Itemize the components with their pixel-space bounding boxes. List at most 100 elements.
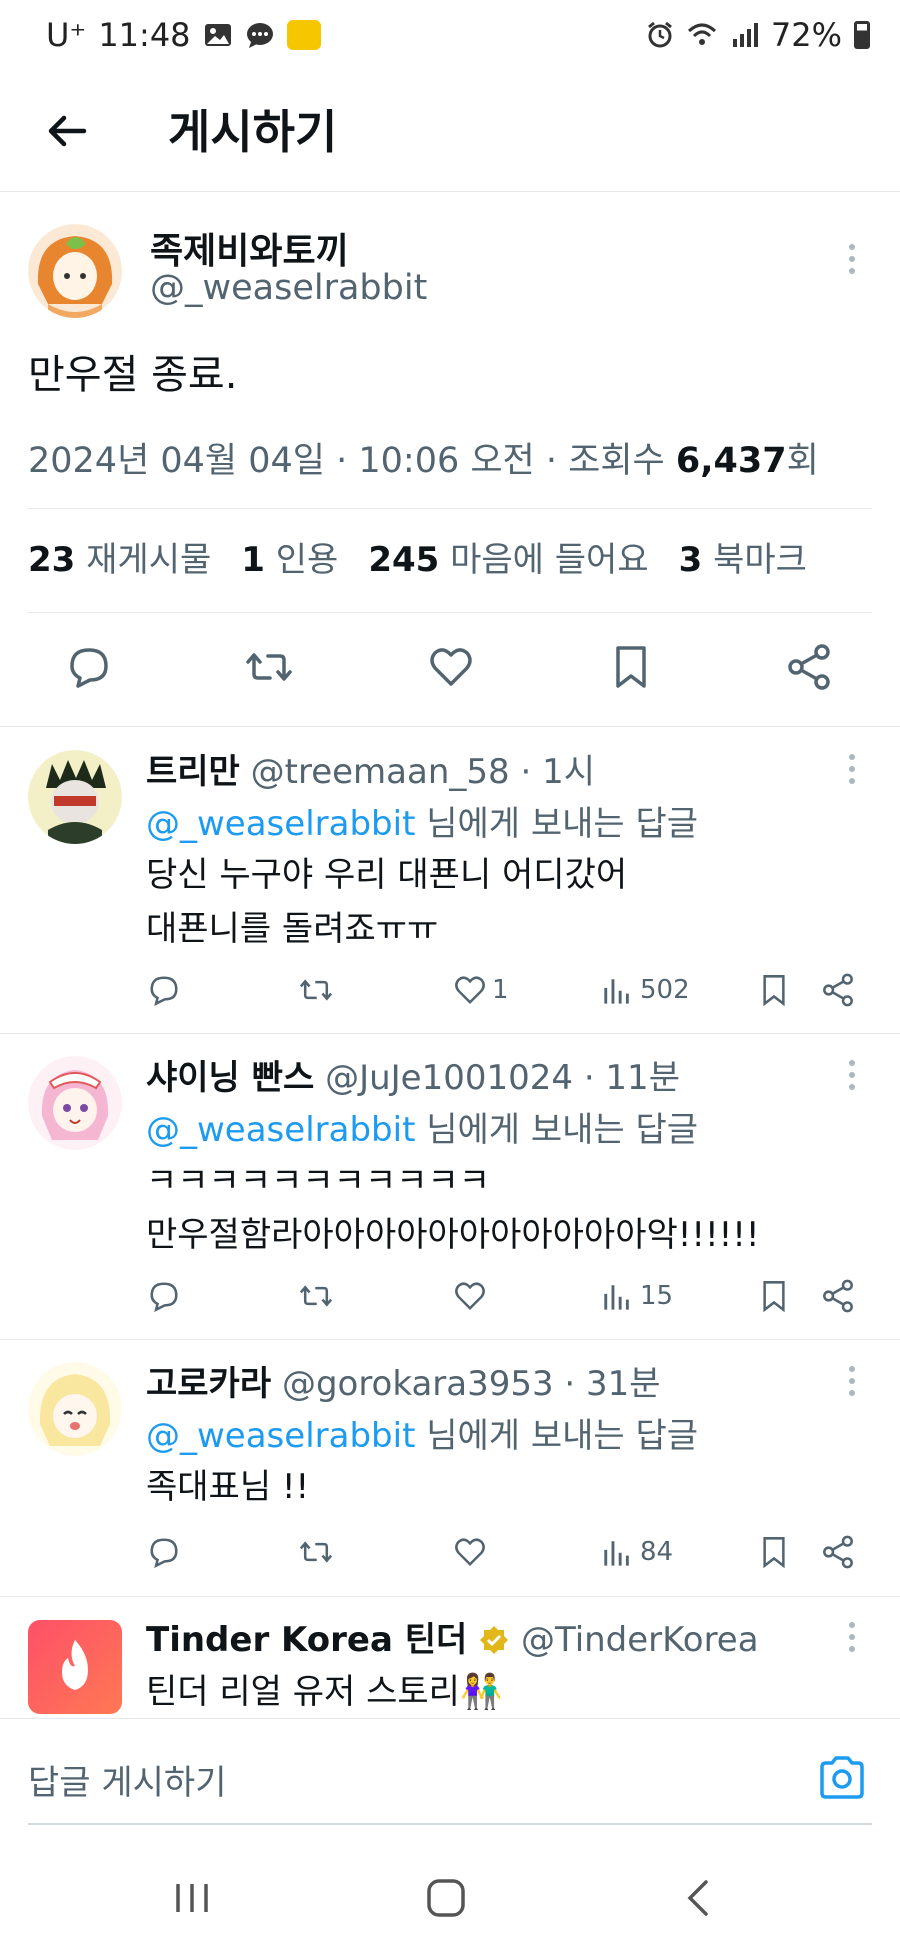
stat-bookmarks[interactable]: 3 북마크 — [679, 532, 807, 581]
views-button[interactable]: 502 — [600, 970, 690, 1010]
reply-icon — [150, 1538, 178, 1569]
post-timestamp: 2024년 04월 04일 · 10:06 오전 · 조회수 — [28, 441, 676, 481]
view-count: 6,437 — [675, 441, 787, 481]
share-button[interactable] — [820, 1532, 856, 1572]
stat-reposts[interactable]: 23 재게시물 — [28, 532, 211, 581]
bookmark-icon — [763, 1537, 785, 1569]
bookmark-icon[interactable] — [606, 642, 656, 692]
more-options-icon[interactable] — [846, 1366, 858, 1402]
avatar[interactable] — [28, 1362, 122, 1456]
reply-author-name[interactable]: 트리만 — [146, 752, 240, 792]
share-button[interactable] — [820, 970, 856, 1010]
repost-icon — [299, 1285, 333, 1307]
bookmark-button[interactable] — [756, 1276, 792, 1316]
divider — [28, 508, 872, 509]
gallery-icon — [204, 24, 231, 46]
bookmark-icon — [763, 975, 785, 1007]
like-heart-icon[interactable] — [426, 642, 476, 692]
like-heart-icon — [455, 976, 485, 1005]
kakao-icon — [286, 20, 321, 50]
ad-text: 틴더 리얼 유저 스토리👫 — [146, 1672, 503, 1712]
more-options-icon[interactable] — [846, 244, 858, 280]
stat-likes[interactable]: 245 마음에 들어요 — [368, 532, 648, 581]
post-text: 만우절 종료. — [28, 352, 238, 398]
divider — [0, 1033, 900, 1034]
repost-button[interactable] — [298, 1532, 334, 1572]
share-icon[interactable] — [784, 642, 834, 692]
reply-item[interactable]: 고로카라 @gorokara3953 · 31분 @_weaselrabbit … — [0, 1356, 900, 1596]
like-heart-icon — [455, 1538, 485, 1567]
reply-author-name[interactable]: 샤이닝 빤스 — [146, 1058, 314, 1098]
avatar[interactable] — [28, 224, 122, 318]
reply-button[interactable] — [146, 1532, 182, 1572]
reply-composer[interactable]: 답글 게시하기 — [0, 1718, 900, 1828]
mention-link[interactable]: @_weaselrabbit — [146, 804, 415, 844]
share-icon — [823, 973, 853, 1007]
reply-meta: @JuJe1001024 · 11분 — [325, 1058, 680, 1098]
repost-button[interactable] — [298, 1276, 334, 1316]
post-action-bar — [0, 622, 900, 722]
reply-icon[interactable] — [64, 642, 114, 692]
clock: 11:48 — [98, 16, 191, 54]
more-options-icon[interactable] — [846, 754, 858, 790]
reply-to-line: @_weaselrabbit 님에게 보내는 답글 — [146, 1110, 699, 1150]
reply-text: 족대표님 !! — [146, 1467, 310, 1507]
battery-percent: 72% — [770, 16, 842, 54]
reply-button[interactable] — [146, 970, 182, 1010]
page-title: 게시하기 — [168, 105, 338, 159]
reply-item[interactable]: 샤이닝 빤스 @JuJe1001024 · 11분 @_weaselrabbit… — [0, 1050, 900, 1340]
views-chart-icon — [604, 1285, 629, 1310]
promoted-post[interactable]: Tinder Korea 틴더 @TinderKorea 틴더 리얼 유저 스토… — [0, 1612, 900, 1718]
battery-icon — [854, 21, 870, 49]
camera-icon[interactable] — [818, 1755, 866, 1799]
more-options-icon[interactable] — [846, 1622, 858, 1658]
avatar[interactable] — [28, 750, 122, 844]
recent-apps-icon[interactable] — [170, 1876, 214, 1920]
views-chart-icon — [604, 979, 629, 1004]
reply-icon — [150, 976, 178, 1007]
like-button[interactable] — [452, 1532, 492, 1572]
alarm-icon — [647, 21, 672, 48]
carrier-label: U⁺ — [46, 16, 87, 54]
bookmark-button[interactable] — [756, 1532, 792, 1572]
like-button[interactable]: 1 — [452, 970, 509, 1010]
mention-link[interactable]: @_weaselrabbit — [146, 1416, 415, 1456]
reply-author-name[interactable]: 고로카라 — [146, 1364, 271, 1404]
bookmark-button[interactable] — [756, 970, 792, 1010]
divider — [28, 612, 872, 613]
like-heart-icon — [455, 1282, 485, 1311]
reply-to-line: @_weaselrabbit 님에게 보내는 답글 — [146, 1416, 699, 1456]
reply-text: ㅋㅋㅋㅋㅋㅋㅋㅋㅋㅋㅋ 만우절함라아아아아아아아아아아아악!!!!!! — [146, 1161, 760, 1255]
share-button[interactable] — [820, 1276, 856, 1316]
back-arrow-icon[interactable] — [42, 106, 92, 156]
reply-button[interactable] — [146, 1276, 182, 1316]
reply-action-bar: 15 — [146, 1276, 876, 1320]
reply-meta: @treemaan_58 · 1시 — [250, 752, 595, 792]
views-button[interactable]: 15 — [600, 1276, 673, 1316]
reply-item[interactable]: 트리만 @treemaan_58 · 1시 @_weaselrabbit 님에게… — [0, 744, 900, 1034]
like-button[interactable] — [452, 1276, 492, 1316]
ad-author-name[interactable]: Tinder Korea 틴더 — [146, 1620, 467, 1660]
stat-quotes[interactable]: 1 인용 — [241, 532, 338, 581]
more-options-icon[interactable] — [846, 1060, 858, 1096]
engagement-stats: 23 재게시물 1 인용 245 마음에 들어요 3 북마크 — [28, 532, 807, 581]
repost-button[interactable] — [298, 970, 334, 1010]
home-icon[interactable] — [424, 1876, 468, 1920]
author-handle[interactable]: @_weaselrabbit — [150, 268, 427, 308]
top-app-bar: 게시하기 — [0, 70, 900, 192]
mention-link[interactable]: @_weaselrabbit — [146, 1110, 415, 1150]
divider — [0, 1596, 900, 1597]
tinder-logo-icon[interactable] — [28, 1620, 122, 1714]
repost-icon — [299, 979, 333, 1001]
post-meta: 2024년 04월 04일 · 10:06 오전 · 조회수 6,437회 — [28, 432, 819, 483]
back-nav-icon[interactable] — [676, 1876, 720, 1920]
reply-input[interactable]: 답글 게시하기 — [28, 1755, 227, 1804]
input-underline — [28, 1823, 872, 1825]
views-button[interactable]: 84 — [600, 1532, 673, 1572]
avatar[interactable] — [28, 1056, 122, 1150]
view-count: 502 — [640, 975, 690, 1005]
reply-action-bar: 1 502 — [146, 970, 876, 1014]
author-name[interactable]: 족제비와토끼 — [150, 222, 349, 274]
repost-icon[interactable] — [244, 642, 294, 692]
share-icon — [823, 1279, 853, 1313]
